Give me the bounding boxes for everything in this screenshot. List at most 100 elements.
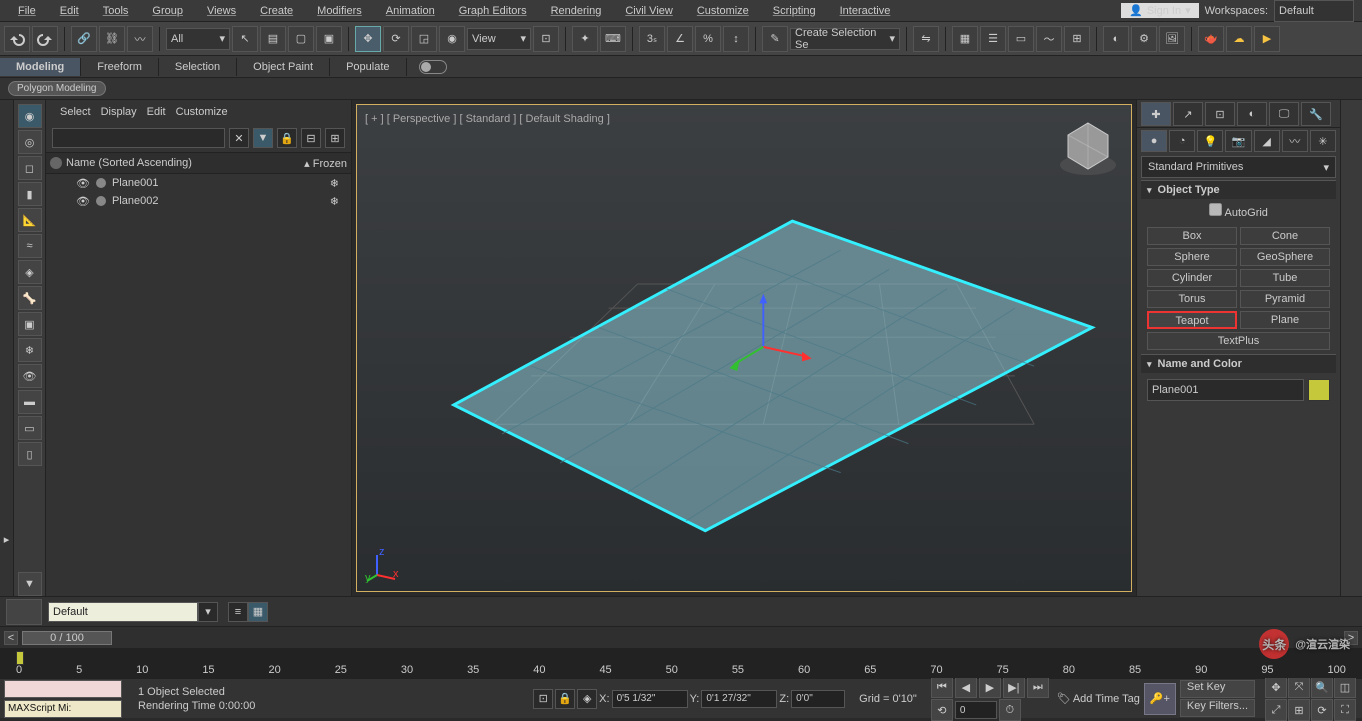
slider-left-button[interactable]: < — [4, 631, 18, 645]
lock-selection-button[interactable]: ⊡ — [533, 689, 553, 709]
link-button[interactable]: 🔗 — [71, 26, 97, 52]
time-config-button[interactable]: ⏱ — [999, 699, 1021, 721]
nav-zoomext-button[interactable]: ⤢ — [1265, 699, 1287, 721]
nav-zoomall-button[interactable]: ⊞ — [1288, 699, 1310, 721]
outliner-filter-button[interactable]: ▼ — [253, 128, 273, 148]
mirror-button[interactable]: ⇋ — [913, 26, 939, 52]
prim-textplus-button[interactable]: TextPlus — [1147, 332, 1330, 350]
abs-rel-button[interactable]: ◈ — [577, 689, 597, 709]
cameras-button[interactable]: 📷 — [1225, 130, 1251, 152]
display-shapes-button[interactable]: ◻ — [18, 156, 42, 180]
material-name-input[interactable] — [48, 602, 198, 622]
render-last-button[interactable]: ▶ — [1254, 26, 1280, 52]
display-cameras-button[interactable]: 📐 — [18, 208, 42, 232]
spacewarps-button[interactable]: 〰 — [1282, 130, 1308, 152]
material-editor-button[interactable]: ◐ — [1103, 26, 1129, 52]
keymode-button[interactable]: ⟲ — [931, 699, 953, 721]
eye-icon[interactable]: 👁 — [76, 177, 90, 190]
placement-button[interactable]: ◉ — [439, 26, 465, 52]
outliner-search-input[interactable] — [52, 128, 225, 148]
keyboard-shortcut-button[interactable]: ⌨ — [600, 26, 626, 52]
align-button[interactable]: ▦ — [952, 26, 978, 52]
selection-filter-dropdown[interactable]: All▾ — [166, 28, 230, 50]
display-all-button[interactable]: ◉ — [18, 104, 42, 128]
prim-box-button[interactable]: Box — [1147, 227, 1237, 245]
display-container-button[interactable]: ▣ — [18, 312, 42, 336]
menu-views[interactable]: Views — [197, 2, 246, 20]
menu-edit[interactable]: Edit — [50, 2, 89, 20]
curve-editor-button[interactable]: 〜 — [1036, 26, 1062, 52]
scale-button[interactable]: ◲ — [411, 26, 437, 52]
select-object-button[interactable]: ↖ — [232, 26, 258, 52]
hierarchy-tab[interactable]: ⊡ — [1205, 102, 1235, 126]
prim-tube-button[interactable]: Tube — [1240, 269, 1330, 287]
refcoord-dropdown[interactable]: View▾ — [467, 28, 531, 50]
primitive-category-dropdown[interactable]: Standard Primitives▾ — [1141, 156, 1336, 178]
bind-button[interactable]: 〰 — [127, 26, 153, 52]
nav-orbit-button[interactable]: ⟳ — [1311, 699, 1333, 721]
window-crossing-button[interactable]: ▣ — [316, 26, 342, 52]
manipulate-button[interactable]: ✦ — [572, 26, 598, 52]
ribbon-populate[interactable]: Populate — [330, 58, 406, 76]
outliner-lock-button[interactable]: 🔒 — [277, 128, 297, 148]
name-color-rollup[interactable]: Name and Color — [1141, 354, 1336, 373]
prim-pyramid-button[interactable]: Pyramid — [1240, 290, 1330, 308]
maxscript-mini-input[interactable] — [4, 700, 122, 718]
x-coord-input[interactable] — [612, 690, 688, 708]
ribbon-freeform[interactable]: Freeform — [81, 58, 159, 76]
menu-grapheditors[interactable]: Graph Editors — [449, 2, 537, 20]
display-lights-button[interactable]: ▮ — [18, 182, 42, 206]
viewport-perspective[interactable]: [ + ] [ Perspective ] [ Standard ] [ Def… — [356, 104, 1132, 592]
z-coord-input[interactable] — [791, 690, 845, 708]
layer-explorer-button[interactable]: ☰ — [980, 26, 1006, 52]
snap-toggle-button[interactable]: 3ₛ — [639, 26, 665, 52]
goto-end-button[interactable]: ⏭ — [1027, 676, 1049, 698]
unlink-button[interactable]: ⛓ — [99, 26, 125, 52]
helpers-button[interactable]: ◢ — [1254, 130, 1280, 152]
object-color-swatch[interactable] — [1308, 379, 1330, 401]
display-bone-button[interactable]: 🦴 — [18, 286, 42, 310]
menu-civilview[interactable]: Civil View — [615, 2, 682, 20]
shapes-button[interactable]: ◔ — [1169, 130, 1195, 152]
menu-tools[interactable]: Tools — [93, 2, 139, 20]
material-swatch[interactable] — [6, 599, 42, 625]
timeline-ruler[interactable]: 05 1015 2025 3035 4045 5055 6065 7075 80… — [0, 648, 1362, 678]
spinner-snap-button[interactable]: ↕ — [723, 26, 749, 52]
schematic-view-button[interactable]: ⊞ — [1064, 26, 1090, 52]
geometry-button[interactable]: ● — [1141, 130, 1167, 152]
lights-button[interactable]: 💡 — [1197, 130, 1223, 152]
utilities-tab[interactable]: 🔧 — [1301, 102, 1331, 126]
pivot-button[interactable]: ⊡ — [533, 26, 559, 52]
display-frozen-button[interactable]: ❄ — [18, 338, 42, 362]
rotate-button[interactable]: ⟳ — [383, 26, 409, 52]
outliner-row-plane002[interactable]: 👁 Plane002 ❄ — [46, 192, 351, 210]
ribbon-toggle-switch[interactable] — [419, 60, 447, 74]
undo-button[interactable] — [4, 26, 30, 52]
percent-snap-button[interactable]: % — [695, 26, 721, 52]
setkey-button[interactable]: Set Key — [1180, 680, 1255, 698]
outliner-edit[interactable]: Edit — [147, 106, 166, 118]
menu-interactive[interactable]: Interactive — [830, 2, 901, 20]
keyfilters-button[interactable]: Key Filters... — [1180, 699, 1255, 717]
edit-selection-button[interactable]: ✎ — [762, 26, 788, 52]
render-cloud-button[interactable]: ☁ — [1226, 26, 1252, 52]
toggle-ribbon-button[interactable]: ▭ — [1008, 26, 1034, 52]
outliner-hier2-button[interactable]: ⊞ — [325, 128, 345, 148]
prev-frame-button[interactable]: ◀ — [955, 676, 977, 698]
outliner-frozen-header[interactable]: ▴ Frozen — [304, 157, 347, 170]
layer-button[interactable]: ≡ — [228, 602, 248, 622]
outliner-select[interactable]: Select — [60, 106, 91, 118]
motion-tab[interactable]: ◐ — [1237, 102, 1267, 126]
create-tab[interactable]: ✚ — [1141, 102, 1171, 126]
autogrid-checkbox[interactable] — [1209, 203, 1222, 216]
prim-plane-button[interactable]: Plane — [1240, 311, 1330, 329]
menu-animation[interactable]: Animation — [376, 2, 445, 20]
display-tab[interactable]: 🖵 — [1269, 102, 1299, 126]
display-box3-button[interactable]: ▯ — [18, 442, 42, 466]
menu-modifiers[interactable]: Modifiers — [307, 2, 372, 20]
autokey-button[interactable]: 🔑+ — [1144, 683, 1176, 715]
lock-button[interactable]: 🔒 — [555, 689, 575, 709]
display-spacewarps-button[interactable]: ◈ — [18, 260, 42, 284]
rectangle-select-button[interactable]: ▢ — [288, 26, 314, 52]
object-name-input[interactable] — [1147, 379, 1304, 401]
